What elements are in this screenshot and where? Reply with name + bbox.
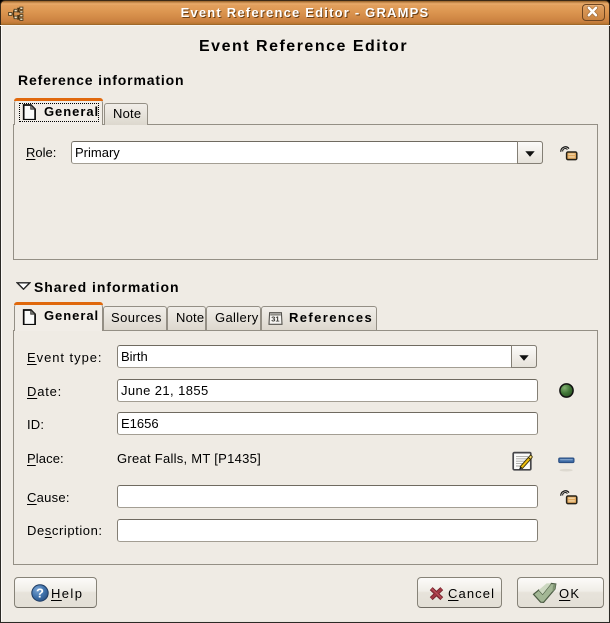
svg-text:?: ? [36,586,44,601]
svg-text:31: 31 [271,315,279,324]
